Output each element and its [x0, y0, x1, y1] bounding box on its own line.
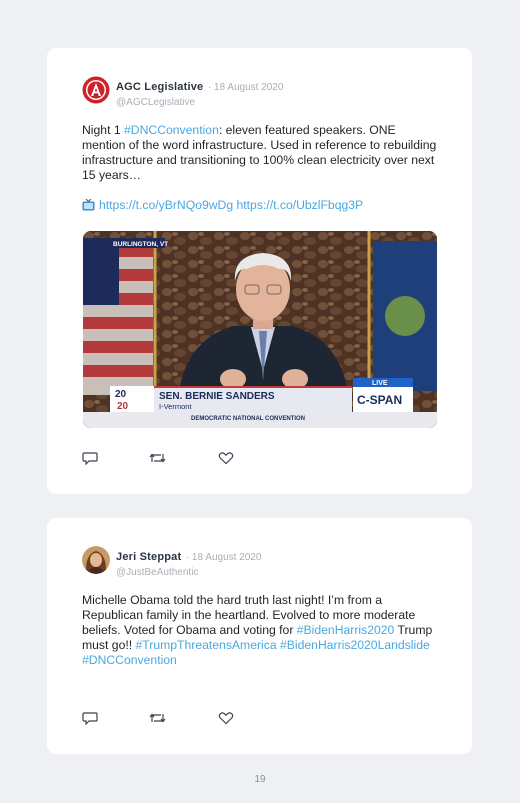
like-icon[interactable] — [218, 451, 234, 465]
video-thumbnail[interactable]: BURLINGTON, VT 20 20 SEN. BERNIE SANDERS… — [83, 231, 437, 428]
author-name[interactable]: AGC Legislative — [116, 81, 203, 93]
page-number: 19 — [254, 774, 266, 785]
text-segment: Night 1 — [82, 123, 125, 137]
tweet-date: · 18 August 2020 — [185, 552, 262, 563]
speaker-video-frame: BURLINGTON, VT 20 20 SEN. BERNIE SANDERS… — [83, 231, 437, 428]
network-logo: C-SPAN — [357, 393, 402, 407]
tweet-text: Night 1 #DNCConvention: eleven featured … — [82, 123, 442, 183]
hashtag-link[interactable]: #DNCConvention — [124, 123, 219, 137]
hashtag-link[interactable]: #BidenHarris2020 — [297, 623, 395, 637]
user-photo-avatar[interactable] — [82, 546, 110, 574]
tweet-date: · 18 August 2020 — [207, 82, 284, 93]
tweet-meta: AGC Legislative · 18 August 2020 @AGCLeg… — [116, 77, 283, 108]
agc-logo-icon[interactable] — [82, 76, 110, 104]
author-handle[interactable]: @JustBeAuthentic — [116, 567, 261, 578]
speaker-name: SEN. BERNIE SANDERS — [159, 391, 275, 402]
tweet-card: AGC Legislative · 18 August 2020 @AGCLeg… — [47, 48, 472, 494]
tweet-meta: Jeri Steppat · 18 August 2020 @JustBeAut… — [116, 547, 261, 578]
logo-2020-bottom: 20 — [117, 401, 129, 412]
tv-icon — [82, 199, 95, 211]
reply-icon[interactable] — [82, 451, 98, 465]
tweet-text: Michelle Obama told the hard truth last … — [82, 593, 442, 668]
hashtag-link[interactable]: #DNCConvention — [82, 653, 177, 667]
event-label: DEMOCRATIC NATIONAL CONVENTION — [191, 416, 305, 422]
link-urls[interactable]: https://t.co/yBrNQo9wDg https://t.co/Ubz… — [99, 198, 363, 212]
author-handle[interactable]: @AGCLegislative — [116, 97, 283, 108]
location-label: BURLINGTON, VT — [113, 241, 168, 248]
reply-icon[interactable] — [82, 711, 98, 725]
hashtag-link[interactable]: #TrumpThreatensAmerica — [136, 638, 277, 652]
speaker-state: I-Vermont — [159, 402, 192, 411]
logo-2020-top: 20 — [115, 389, 127, 400]
retweet-icon[interactable] — [149, 711, 166, 725]
tweet-links: https://t.co/yBrNQo9wDg https://t.co/Ubz… — [82, 198, 363, 212]
like-icon[interactable] — [218, 711, 234, 725]
retweet-icon[interactable] — [149, 451, 166, 465]
hashtag-link[interactable]: #BidenHarris2020Landslide — [280, 638, 430, 652]
live-label: LIVE — [372, 380, 388, 387]
tweet-card: Jeri Steppat · 18 August 2020 @JustBeAut… — [47, 518, 472, 754]
author-name[interactable]: Jeri Steppat — [116, 551, 181, 563]
